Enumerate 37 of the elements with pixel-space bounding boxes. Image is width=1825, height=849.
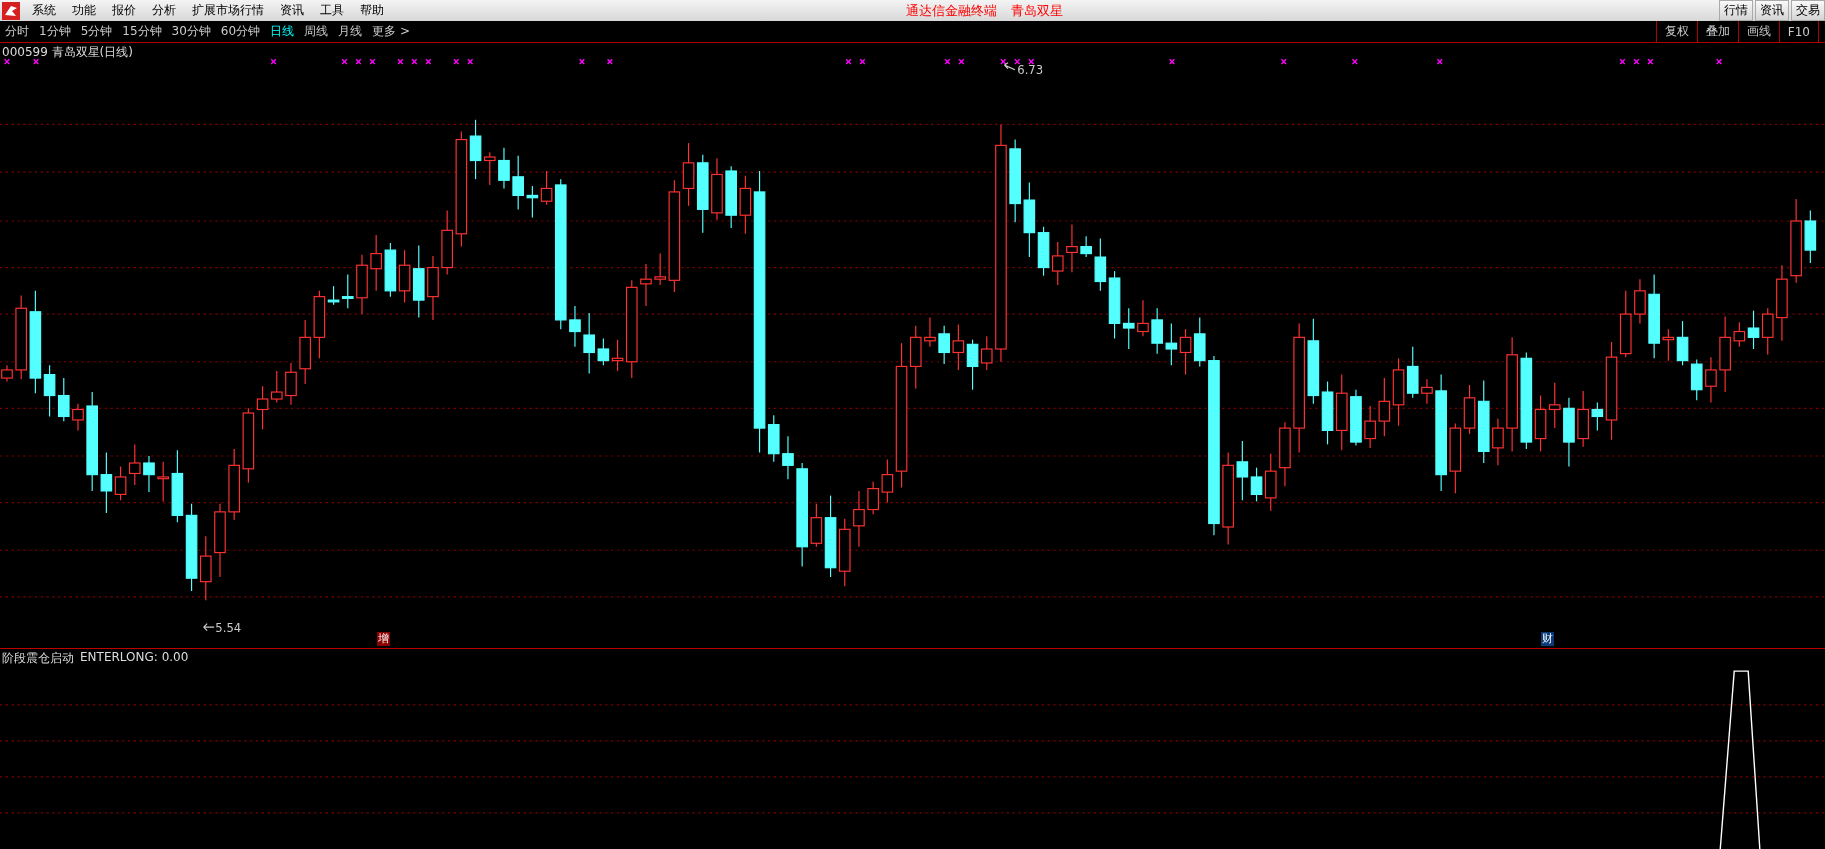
window-title: 通达信金融终端 bbox=[906, 1, 997, 20]
arrow-icon bbox=[1003, 62, 1016, 71]
tool-button[interactable]: 画线 bbox=[1737, 21, 1779, 42]
period-tab[interactable]: 1分钟 bbox=[34, 23, 76, 40]
period-tab[interactable]: 周线 bbox=[299, 23, 334, 40]
indicator-value: ENTERLONG: 0.00 bbox=[80, 650, 189, 666]
tool-button[interactable]: F10 bbox=[1778, 21, 1818, 42]
period-tab[interactable]: 15分钟 bbox=[117, 23, 167, 40]
tool-button[interactable]: 叠加 bbox=[1696, 21, 1738, 42]
menu-item[interactable]: 扩展市场行情 bbox=[184, 2, 272, 19]
high-price-label: 6.73 bbox=[1017, 63, 1044, 78]
menu-item[interactable]: 分析 bbox=[144, 2, 184, 19]
menu-item[interactable]: 帮助 bbox=[352, 2, 392, 19]
menu-item[interactable]: 系统 bbox=[24, 2, 64, 19]
low-price-label: 5.54 bbox=[215, 620, 242, 635]
chart-title: 000599 青岛双星(日线) bbox=[2, 44, 133, 61]
top-button[interactable]: 行情 bbox=[1719, 0, 1753, 21]
period-tab[interactable]: 分时 bbox=[0, 23, 34, 40]
period-tab[interactable]: 5分钟 bbox=[75, 23, 118, 40]
period-tab[interactable]: 月线 bbox=[333, 23, 368, 40]
menu-item[interactable]: 功能 bbox=[64, 2, 104, 19]
menu-item[interactable]: 工具 bbox=[312, 2, 352, 19]
period-tab[interactable]: 更多 > bbox=[367, 23, 415, 40]
event-marker[interactable]: 财 bbox=[1541, 632, 1555, 646]
app-logo-icon bbox=[2, 1, 20, 20]
stock-name: 青岛双星 bbox=[1011, 1, 1063, 20]
menu-item[interactable]: 资讯 bbox=[272, 2, 312, 19]
event-marker[interactable]: 增 bbox=[377, 632, 391, 646]
top-button[interactable]: 资讯 bbox=[1755, 0, 1789, 21]
period-tab[interactable]: 60分钟 bbox=[215, 23, 266, 40]
top-button[interactable]: 交易 bbox=[1791, 0, 1825, 21]
period-tab[interactable]: 30分钟 bbox=[166, 23, 216, 40]
arrow-icon bbox=[203, 623, 215, 632]
tool-button[interactable]: 复权 bbox=[1655, 21, 1697, 42]
indicator-name: 阶段震仓启动 bbox=[2, 650, 74, 667]
menu-item[interactable]: 报价 bbox=[104, 2, 144, 19]
period-tab[interactable]: 日线 bbox=[265, 23, 300, 40]
